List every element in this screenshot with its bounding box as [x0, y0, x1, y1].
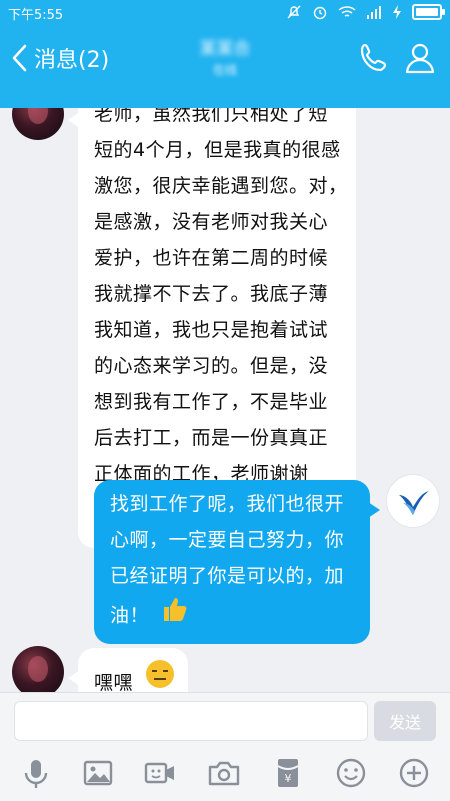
logo-icon	[399, 491, 429, 515]
thumbs-up-icon	[160, 594, 190, 638]
top-bar: 下午5:55 消息(2) 某某合 在线	[0, 0, 450, 108]
message-line: 嘿嘿	[94, 672, 134, 692]
status-bar: 下午5:55	[0, 0, 450, 26]
back-button[interactable]: 消息(2)	[10, 42, 109, 74]
contact-avatar[interactable]	[12, 108, 64, 140]
status-time: 下午5:55	[8, 8, 64, 23]
alarm-icon	[312, 3, 328, 21]
video-icon[interactable]	[142, 755, 178, 791]
camera-icon[interactable]	[206, 755, 242, 791]
person-icon	[405, 43, 435, 74]
call-button[interactable]	[356, 40, 392, 76]
charging-icon	[392, 3, 402, 21]
chevron-left-icon	[12, 44, 27, 72]
my-avatar[interactable]	[386, 474, 440, 528]
red-packet-icon[interactable]: ¥	[270, 755, 306, 791]
image-icon[interactable]	[80, 755, 116, 791]
mute-icon	[286, 3, 302, 21]
message-bubble-received[interactable]: 嘿嘿	[68, 648, 188, 693]
message-line: 短的4个月，但是我真的很感	[94, 139, 341, 161]
emoji-icon[interactable]	[333, 755, 369, 791]
battery-icon	[412, 4, 445, 20]
message-line: 想到我有工作了，不是毕业	[94, 391, 329, 413]
input-bar: 发送 ¥	[0, 692, 450, 801]
message-line: 已经证明了你是可以的，加	[110, 565, 345, 587]
message-line: 爱护，也许在第二周的时候	[94, 247, 329, 269]
chat-header: 消息(2) 某某合 在线	[0, 26, 450, 108]
expressionless-emoji-icon	[144, 655, 176, 693]
mic-icon[interactable]	[18, 755, 54, 791]
contact-title[interactable]: 某某合 在线	[170, 34, 280, 78]
message-line: 心啊，一定要自己努力，你	[110, 529, 345, 551]
contact-name: 某某合	[199, 39, 251, 59]
message-line: 老师，虽然我们只相处了短	[94, 108, 329, 125]
message-line: 油！	[110, 604, 150, 627]
contact-status: 在线	[212, 63, 237, 77]
message-line: 我知道，我也只是抱着试试	[94, 319, 329, 341]
message-input[interactable]	[14, 701, 368, 741]
message-line: 是感激，没有老师对我关心	[94, 211, 329, 233]
signal-icon	[366, 3, 382, 21]
toolbar: ¥	[0, 755, 450, 795]
status-icons	[286, 3, 445, 21]
message-line: 激您，很庆幸能遇到您。对，	[94, 175, 348, 197]
plus-icon[interactable]	[396, 755, 432, 791]
phone-icon	[360, 43, 387, 72]
message-line: 我就撑不下去了。我底子薄	[94, 283, 329, 305]
message-line: 的心态来学习的。但是，没	[94, 355, 329, 377]
back-label: 消息(2)	[34, 48, 110, 73]
svg-text:¥: ¥	[285, 772, 292, 785]
send-button[interactable]: 发送	[374, 701, 436, 741]
contact-avatar[interactable]	[12, 646, 64, 692]
wifi-icon	[338, 3, 356, 21]
message-line: 后去打工，而是一份真真正	[94, 427, 329, 449]
message-bubble-sent[interactable]: 找到工作了呢，我们也很开 心啊，一定要自己努力，你 已经证明了你是可以的，加 油…	[94, 480, 380, 644]
message-line: 找到工作了呢，我们也很开	[110, 493, 345, 515]
profile-button[interactable]	[402, 40, 438, 76]
chat-area[interactable]: 老师，虽然我们只相处了短 短的4个月，但是我真的很感 激您，很庆幸能遇到您。对，…	[0, 108, 450, 692]
